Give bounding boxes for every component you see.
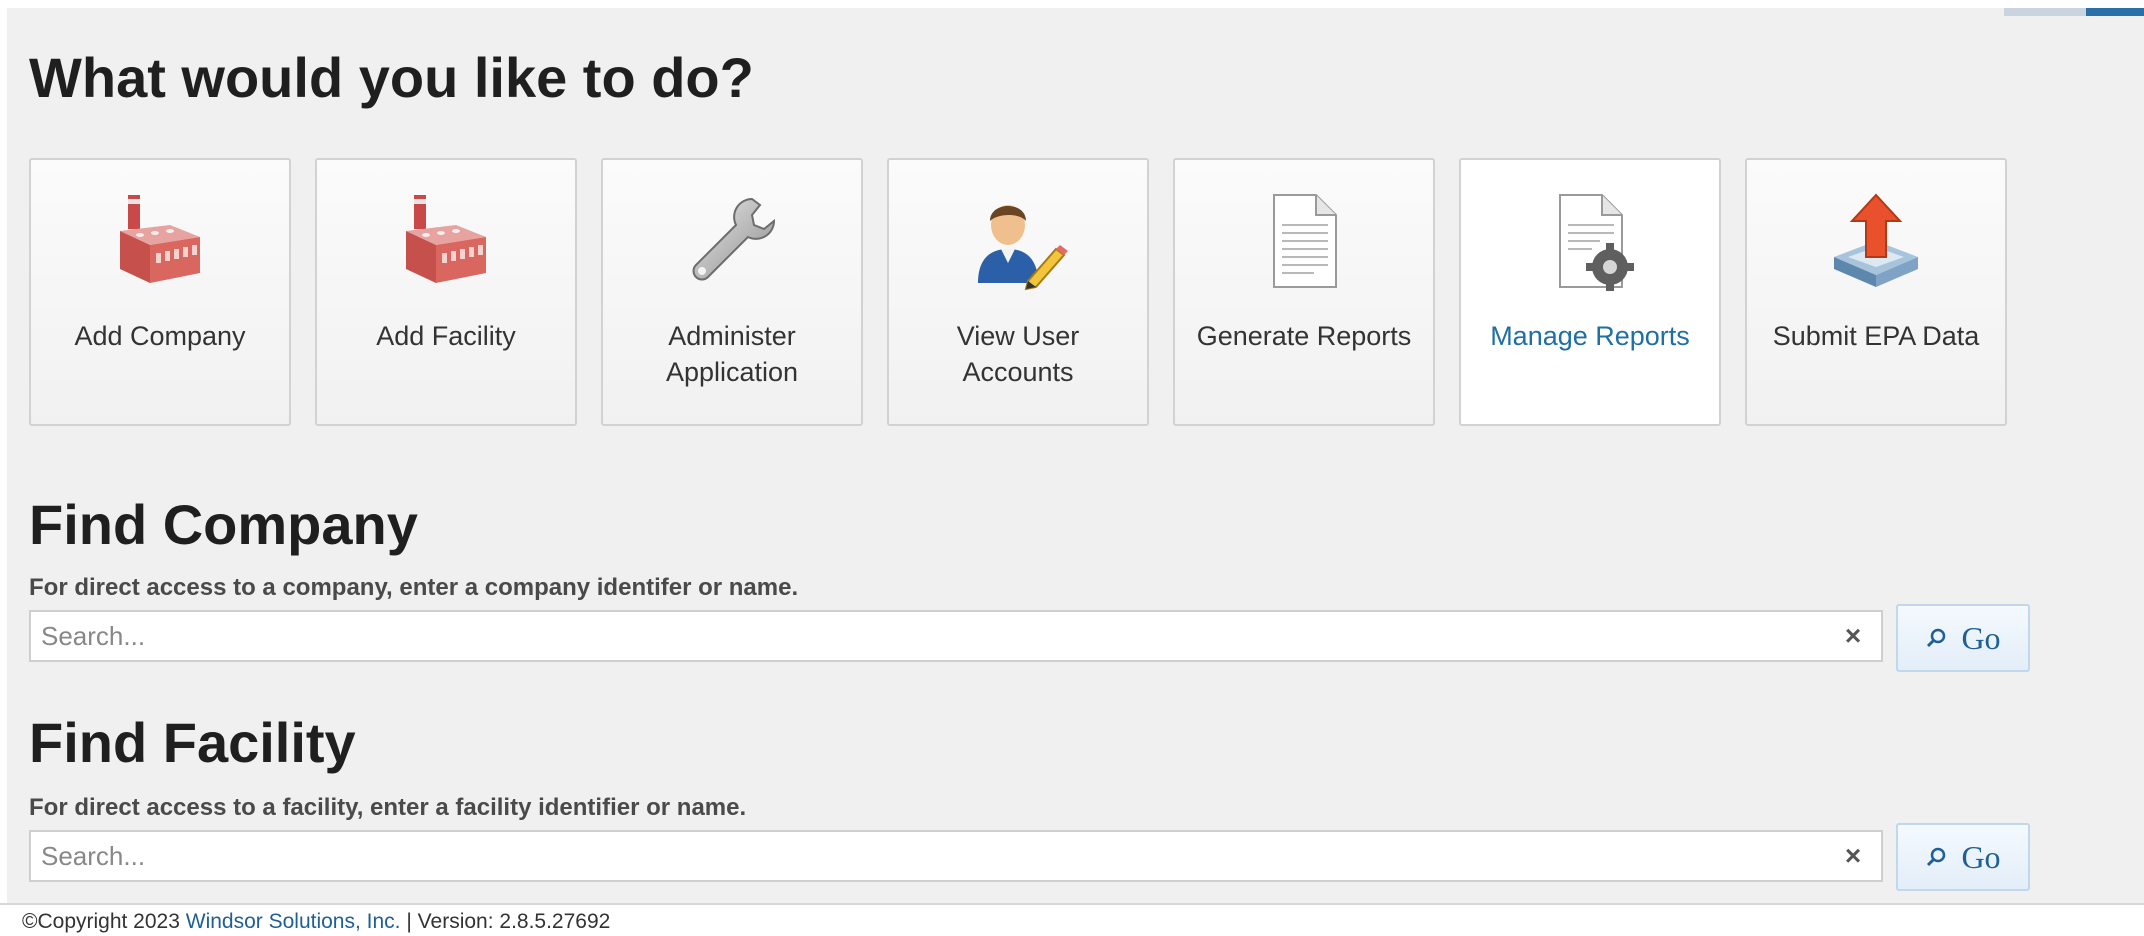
generate-reports-tile[interactable]: Generate Reports	[1173, 158, 1435, 426]
tile-label: Add Company	[74, 321, 246, 351]
document-icon	[1249, 186, 1359, 296]
add-company-tile[interactable]: Add Company	[29, 158, 291, 426]
footer-separator: |	[406, 910, 412, 933]
close-icon[interactable]: ×	[1839, 842, 1867, 870]
user-edit-icon	[963, 186, 1073, 296]
facility-go-button[interactable]: Go	[1896, 823, 2030, 891]
main-panel: What would you like to do? Add Company A…	[7, 8, 2144, 903]
go-label: Go	[1961, 619, 2001, 656]
find-facility-help: For direct access to a facility, enter a…	[29, 794, 747, 821]
tile-label: Administer Application	[665, 321, 799, 387]
submit-epa-data-tile[interactable]: Submit EPA Data	[1745, 158, 2007, 426]
administer-application-tile[interactable]: Administer Application	[601, 158, 863, 426]
company-search-input[interactable]	[31, 612, 1831, 660]
manage-reports-tile[interactable]: Manage Reports	[1459, 158, 1721, 426]
find-company-heading: Find Company	[29, 493, 418, 556]
company-link[interactable]: Windsor Solutions, Inc.	[186, 910, 401, 933]
tile-label: Submit EPA Data	[1772, 321, 1980, 351]
tile-label: Add Facility	[376, 321, 516, 351]
find-facility-heading: Find Facility	[29, 711, 356, 774]
tile-label: Generate Reports	[1196, 321, 1412, 351]
find-company-help: For direct access to a company, enter a …	[29, 574, 799, 601]
facility-search-input[interactable]	[31, 832, 1831, 880]
footer: ©Copyright 2023 Windsor Solutions, Inc. …	[0, 903, 2144, 936]
add-facility-tile[interactable]: Add Facility	[315, 158, 577, 426]
search-icon	[1927, 847, 1946, 867]
document-gear-icon	[1535, 186, 1645, 296]
action-tiles: Add Company Add Facility Administer Appl…	[29, 158, 2007, 426]
factory-icon	[391, 186, 501, 296]
top-right-tab[interactable]	[2004, 8, 2144, 16]
version-text: Version: 2.8.5.27692	[417, 910, 611, 933]
close-icon[interactable]: ×	[1839, 622, 1867, 650]
copyright-text: ©Copyright 2023	[22, 910, 180, 933]
view-user-accounts-tile[interactable]: View User Accounts	[887, 158, 1149, 426]
company-search-box: ×	[29, 610, 1883, 662]
search-icon	[1927, 628, 1946, 648]
facility-search-box: ×	[29, 830, 1883, 882]
tile-label: View User Accounts	[956, 321, 1080, 387]
wrench-icon	[677, 186, 787, 296]
upload-tray-icon	[1821, 186, 1931, 296]
go-label: Go	[1961, 838, 2001, 875]
tile-label: Manage Reports	[1490, 321, 1690, 351]
company-go-button[interactable]: Go	[1896, 604, 2030, 672]
page-title: What would you like to do?	[29, 46, 754, 109]
factory-icon	[105, 186, 215, 296]
footer-content: ©Copyright 2023 Windsor Solutions, Inc. …	[22, 910, 610, 934]
